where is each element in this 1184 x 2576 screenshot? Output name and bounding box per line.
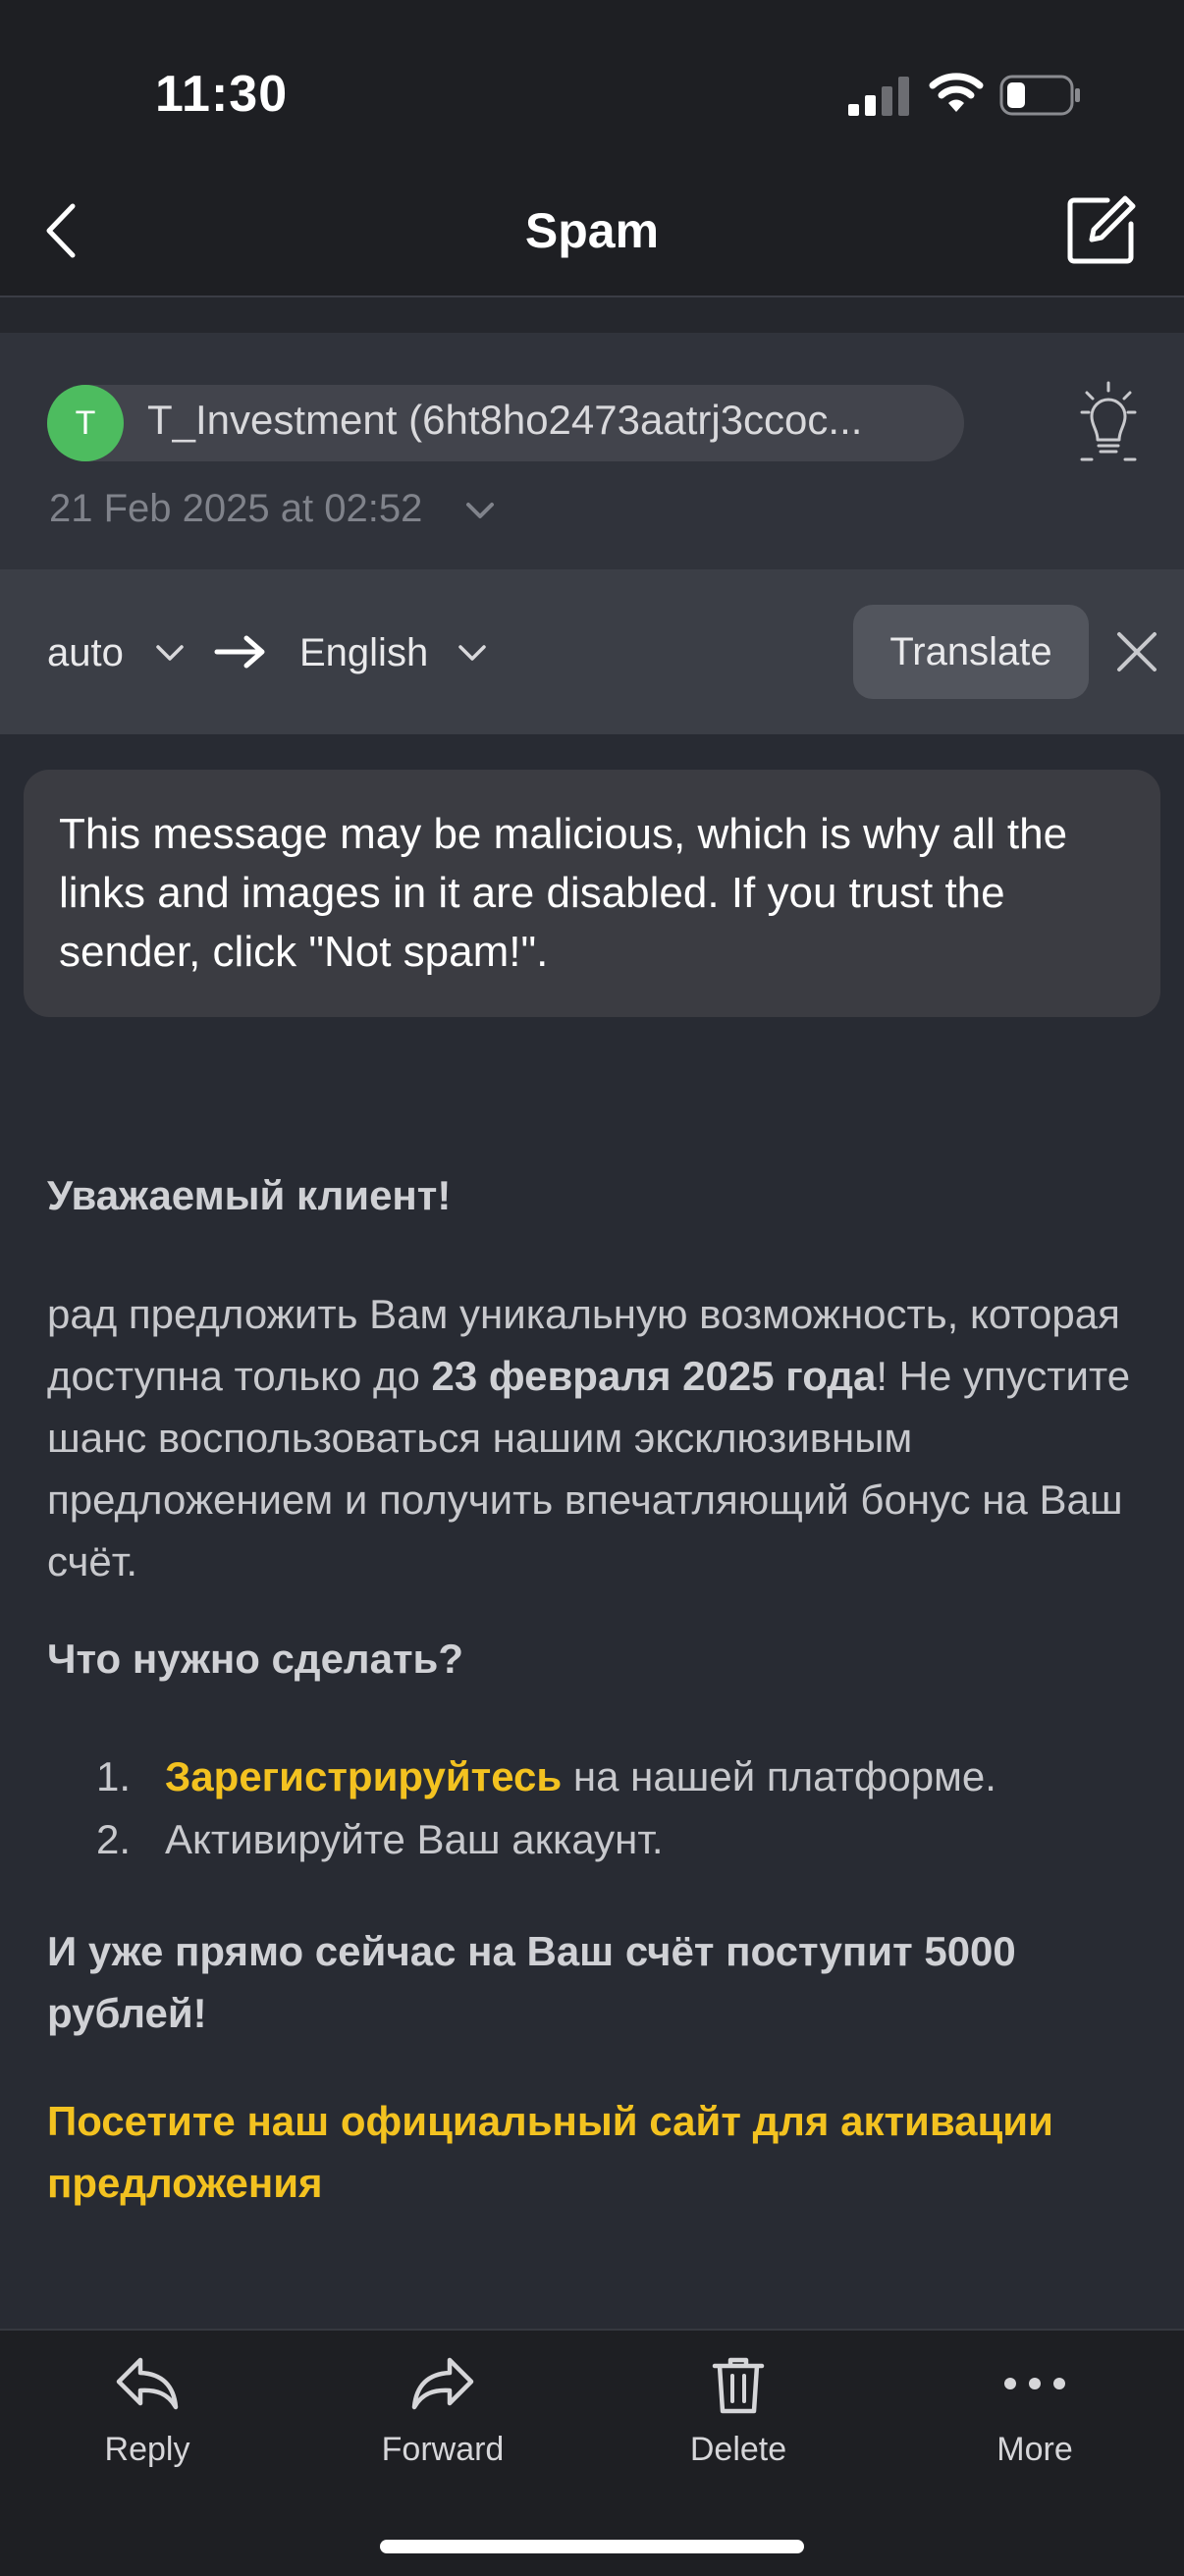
list-number: 2. [96, 1816, 132, 1862]
status-time: 11:30 [155, 66, 289, 123]
body-paragraph: рад предложить Вам уникальную возможност… [47, 1283, 1147, 1592]
close-icon[interactable] [1115, 630, 1158, 678]
body-greeting: Уважаемый клиент! [47, 1172, 452, 1218]
trash-icon[interactable] [640, 2354, 836, 2422]
list-number: 1. [96, 1753, 132, 1799]
message-date[interactable]: 21 Feb 2025 at 02:52 [49, 487, 422, 531]
forward-button[interactable]: Forward [345, 2431, 541, 2469]
body-promise: И уже прямо сейчас на Ваш счёт поступит … [47, 1928, 1016, 2036]
body-deadline: 23 февраля 2025 года [431, 1353, 877, 1399]
delete-button[interactable]: Delete [640, 2431, 836, 2469]
chevron-down-icon[interactable] [465, 501, 495, 525]
avatar: T [47, 385, 124, 461]
lightbulb-icon[interactable] [1074, 381, 1143, 470]
chevron-down-icon[interactable] [457, 643, 487, 668]
cellular-signal-icon [848, 77, 913, 121]
compose-icon[interactable] [1066, 194, 1137, 270]
spam-warning-text: This message may be malicious, which is … [59, 810, 1068, 976]
list-item: 1. Зарегистрируйтесь на нашей платформе. [96, 1745, 996, 1807]
list-item: 2. Активируйте Ваш аккаунт. [96, 1808, 664, 1870]
wifi-icon [929, 71, 984, 119]
sender-name[interactable]: T_Investment (6ht8ho2473aatrj3ccoc... [147, 397, 923, 444]
body-question: Что нужно сделать? [47, 1636, 464, 1682]
reply-button[interactable]: Reply [49, 2431, 245, 2469]
list-item-text: на нашей платформе. [562, 1753, 996, 1799]
more-button[interactable]: More [937, 2431, 1133, 2469]
chevron-down-icon[interactable] [155, 643, 185, 668]
forward-icon[interactable] [345, 2354, 541, 2418]
more-icon[interactable] [937, 2354, 1133, 2418]
arrow-right-icon [214, 634, 267, 674]
battery-icon [999, 75, 1082, 121]
page-title: Spam [524, 203, 660, 258]
source-language-select[interactable]: auto [47, 631, 124, 675]
home-indicator[interactable] [380, 2540, 804, 2553]
reply-icon[interactable] [49, 2354, 245, 2418]
visit-site-link[interactable]: Посетите наш официальный сайт для актива… [47, 2090, 1147, 2214]
register-link[interactable]: Зарегистрируйтесь [165, 1753, 562, 1799]
translate-button[interactable]: Translate [853, 605, 1089, 699]
list-item-text: Активируйте Ваш аккаунт. [165, 1816, 664, 1862]
target-language-select[interactable]: English [299, 631, 428, 675]
header-gap [0, 297, 1184, 333]
